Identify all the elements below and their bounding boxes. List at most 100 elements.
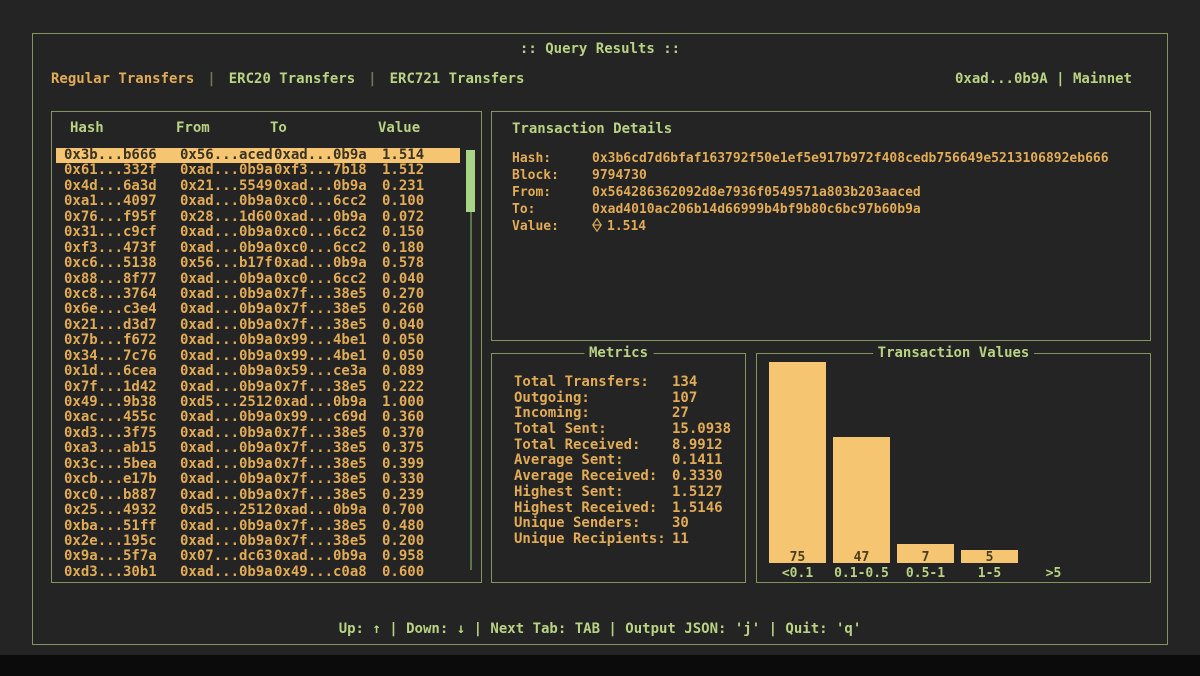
table-row[interactable]: 0x3c...5bea0xad...0b9a0x7f...38e50.399 [56,457,460,472]
cell-value: 0.700 [382,503,424,518]
table-row[interactable]: 0x7b...f6720xad...0b9a0x99...4be10.050 [56,333,460,348]
detail-field-hash: Hash:0x3b6cd7d6bfaf163792f50e1ef5e917b97… [492,150,1150,167]
table-row[interactable]: 0xd3...30b10xad...0b9a0x49...c0a80.600 [56,565,460,580]
cell-hash: 0x3b...b666 [64,148,157,163]
cell-value: 0.270 [382,287,424,302]
metric-label-outgoing: Outgoing: [514,391,590,407]
table-row[interactable]: 0xc8...37640xad...0b9a0x7f...38e50.270 [56,287,460,302]
chart-x-label: <0.1 [769,566,826,581]
detail-field-to: To:0xad4010ac206b14d66999b4bf9b80c6bc97b… [492,201,1150,218]
metric-label-total-sent: Total Sent: [514,422,607,438]
cell-value: 0.231 [382,179,424,194]
chart-bar-slot: 7 [897,360,954,563]
table-row[interactable]: 0xac...455c0xad...0b9a0x99...c69d0.360 [56,410,460,425]
table-row[interactable]: 0x76...f95f0x28...1d600xad...0b9a0.072 [56,210,460,225]
cell-hash: 0x7b...f672 [64,333,157,348]
cell-value: 0.050 [382,333,424,348]
table-row[interactable]: 0xcb...e17b0xad...0b9a0x7f...38e50.330 [56,472,460,487]
cell-value: 0.089 [382,364,424,379]
cell-from: 0xad...0b9a [180,565,273,580]
table-row[interactable]: 0x34...7c760xad...0b9a0x99...4be10.050 [56,349,460,364]
cell-from: 0xad...0b9a [180,349,273,364]
cell-to: 0xad...0b9a [274,148,367,163]
cell-to: 0x7f...38e5 [274,318,367,333]
metric-row-highest-received: Highest Received:1.5146 [492,501,745,517]
details-fields: Hash:0x3b6cd7d6bfaf163792f50e1ef5e917b97… [492,150,1150,235]
table-row[interactable]: 0x1d...6cea0xad...0b9a0x59...ce3a0.089 [56,364,460,379]
cell-value: 0.100 [382,194,424,209]
table-row[interactable]: 0x21...d3d70xad...0b9a0x7f...38e50.040 [56,318,460,333]
scrollbar-track[interactable] [470,212,472,570]
table-row[interactable]: 0x61...332f0xad...0b9a0xf3...7b181.512 [56,163,460,178]
cell-value: 0.375 [382,441,424,456]
cell-to: 0x7f...38e5 [274,287,367,302]
detail-field-from: From:0x564286362092d8e7936f0549571a803b2… [492,184,1150,201]
table-row[interactable]: 0xc0...b8870xad...0b9a0x7f...38e50.239 [56,488,460,503]
table-header: HashFromToValue [52,120,481,138]
metric-row-total-sent: Total Sent:15.0938 [492,422,745,438]
detail-field-block: Block:9794730 [492,167,1150,184]
cell-from: 0xad...0b9a [180,519,273,534]
table-row[interactable]: 0xba...51ff0xad...0b9a0x7f...38e50.480 [56,519,460,534]
tab-regular-transfers[interactable]: Regular Transfers [51,71,194,87]
column-header-value: Value [378,120,420,136]
metric-value-highest-received: 1.5146 [672,501,723,517]
scrollbar-thumb[interactable] [466,150,475,212]
metrics-panel-title: Metrics [584,344,653,362]
cell-from: 0xd5...2512 [180,395,273,410]
metric-label-total-transfers: Total Transfers: [514,375,649,391]
cell-from: 0xad...0b9a [180,441,273,456]
cell-hash: 0xd3...3f75 [64,426,157,441]
metrics-panel: Metrics Total Transfers:134Outgoing:107I… [491,353,746,583]
tab-erc721-transfers[interactable]: ERC721 Transfers [390,71,525,87]
metric-row-total-transfers: Total Transfers:134 [492,375,745,391]
cell-value: 0.330 [382,472,424,487]
cell-value: 0.180 [382,241,424,256]
metric-label-average-received: Average Received: [514,469,657,485]
table-row[interactable]: 0xa3...ab150xad...0b9a0x7f...38e50.375 [56,441,460,456]
table-row[interactable]: 0xd3...3f750xad...0b9a0x7f...38e50.370 [56,426,460,441]
cell-value: 1.514 [382,148,424,163]
detail-value-to: 0xad4010ac206b14d66999b4bf9b80c6bc97b60b… [592,201,921,218]
table-row[interactable]: 0x49...9b380xd5...25120xad...0b9a1.000 [56,395,460,410]
cell-to: 0x7f...38e5 [274,380,367,395]
chart-bar: 7 [897,544,954,563]
cell-hash: 0xc6...5138 [64,256,157,271]
cell-value: 0.150 [382,225,424,240]
table-row[interactable]: 0xf3...473f0xad...0b9a0xc0...6cc20.180 [56,241,460,256]
column-header-hash: Hash [70,120,104,136]
metric-label-unique-recipients: Unique Recipients: [514,532,666,548]
cell-hash: 0x6e...c3e4 [64,302,157,317]
metric-label-unique-senders: Unique Senders: [514,516,640,532]
table-row[interactable]: 0x4d...6a3d0x21...55490xad...0b9a0.231 [56,179,460,194]
chart-bar-value: 47 [854,550,870,565]
cell-from: 0xad...0b9a [180,488,273,503]
table-row[interactable]: 0x3b...b6660x56...aced0xad...0b9a1.514 [56,148,460,163]
metric-value-unique-senders: 30 [672,516,689,532]
table-row[interactable]: 0x7f...1d420xad...0b9a0x7f...38e50.222 [56,380,460,395]
cell-value: 0.600 [382,565,424,580]
cell-hash: 0x88...8f77 [64,272,157,287]
table-row[interactable]: 0x2e...195c0xad...0b9a0x7f...38e50.200 [56,534,460,549]
table-row[interactable]: 0x88...8f770xad...0b9a0xc0...6cc20.040 [56,272,460,287]
table-row[interactable]: 0xa1...40970xad...0b9a0xc0...6cc20.100 [56,194,460,209]
table-row[interactable]: 0x25...49320xd5...25120xad...0b9a0.700 [56,503,460,518]
cell-from: 0xad...0b9a [180,272,273,287]
table-row[interactable]: 0x31...c9cf0xad...0b9a0xc0...6cc20.150 [56,225,460,240]
cell-value: 0.578 [382,256,424,271]
metrics-list: Total Transfers:134Outgoing:107Incoming:… [492,375,745,548]
table-row[interactable]: 0x9a...5f7a0x07...dc630xad...0b9a0.958 [56,549,460,564]
details-panel-title: Transaction Details [512,121,672,137]
table-row[interactable]: 0xc6...51380x56...b17f0xad...0b9a0.578 [56,256,460,271]
metric-value-incoming: 27 [672,406,689,422]
cell-from: 0xad...0b9a [180,225,273,240]
cell-hash: 0x21...d3d7 [64,318,157,333]
cell-to: 0xad...0b9a [274,256,367,271]
detail-label-value: Value: [512,218,559,235]
cell-to: 0x7f...38e5 [274,457,367,472]
table-row[interactable]: 0x6e...c3e40xad...0b9a0x7f...38e50.260 [56,302,460,317]
cell-to: 0x99...4be1 [274,349,367,364]
tab-erc20-transfers[interactable]: ERC20 Transfers [229,71,355,87]
cell-hash: 0x31...c9cf [64,225,157,240]
cell-from: 0xad...0b9a [180,410,273,425]
